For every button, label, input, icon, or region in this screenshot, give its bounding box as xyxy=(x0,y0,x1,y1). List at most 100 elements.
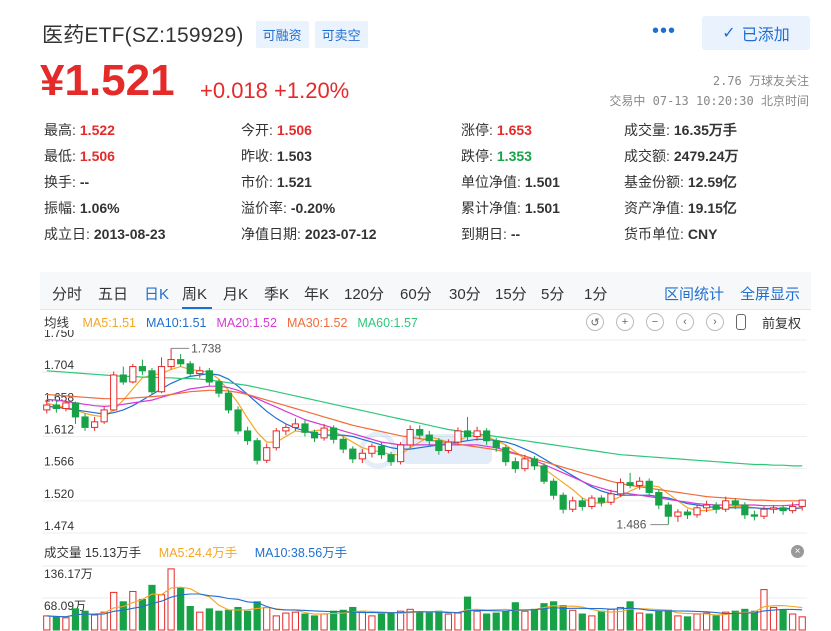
volume-bar xyxy=(148,584,156,631)
quote-cell: 成立日: 2013-08-23 xyxy=(44,224,166,244)
quote-value: 19.15亿 xyxy=(687,200,737,216)
volume-bar xyxy=(196,611,204,631)
chevron-left-icon[interactable]: ‹ xyxy=(676,313,694,331)
volume-bar xyxy=(167,568,175,631)
tab-3[interactable]: 周K xyxy=(182,283,207,304)
volume-bar xyxy=(52,616,60,631)
candle-body xyxy=(693,507,701,516)
tab-9[interactable]: 30分 xyxy=(449,283,481,304)
ma-legend: 均线 MA5:1.51 MA10:1.51 MA20:1.52 MA30:1.52 MA… xyxy=(44,312,428,330)
candle-body xyxy=(750,514,759,517)
volume-bar xyxy=(492,612,500,631)
quote-value: 1.353 xyxy=(496,148,532,164)
quote-value: 2023-07-12 xyxy=(304,226,377,242)
reset-icon[interactable]: ↺ xyxy=(586,313,604,331)
quote-cell: 最高: 1.522 xyxy=(44,120,115,140)
volume-bar xyxy=(282,612,290,631)
volume-bar xyxy=(416,611,424,631)
tab-7[interactable]: 120分 xyxy=(344,283,384,304)
candle-body xyxy=(578,500,586,507)
quote-value: 2479.24万 xyxy=(673,148,739,164)
short-sell-tag[interactable]: 可卖空 xyxy=(314,20,368,48)
zoom-in-icon[interactable]: + xyxy=(616,313,634,331)
candle-body xyxy=(674,511,682,517)
phone-icon[interactable] xyxy=(736,314,746,330)
candle-body xyxy=(81,416,89,428)
volume-legend: 成交量 15.13万手 MA5:24.4万手 MA10:38.56万手 xyxy=(44,542,361,561)
candle-body xyxy=(196,370,204,375)
volume-bar xyxy=(263,606,271,631)
volume-bar xyxy=(674,615,682,631)
trade-status-time: 交易中 07-13 10:20:30 北京时间 xyxy=(609,94,809,108)
candle-body xyxy=(559,494,567,510)
candle-body xyxy=(272,430,280,449)
candle-body xyxy=(358,452,366,460)
low-label: 1.486 xyxy=(616,518,646,532)
candle-body xyxy=(62,402,70,410)
tab-1[interactable]: 五日 xyxy=(98,283,128,304)
volume-bar xyxy=(530,608,539,631)
candle-body xyxy=(396,444,405,463)
quote-value: 1.522 xyxy=(79,122,115,138)
candle-body xyxy=(435,440,443,451)
volume-bar xyxy=(511,602,519,631)
volume-bar xyxy=(425,612,433,631)
more-icon[interactable]: ••• xyxy=(652,20,676,43)
volume-chart[interactable]: 136.17万 68.09万 xyxy=(0,560,831,631)
y-tick-label: 1.566 xyxy=(44,455,74,469)
close-icon[interactable]: × xyxy=(791,545,804,558)
volume-bar xyxy=(253,601,261,631)
candlestick-chart[interactable]: 1.7501.7041.6581.6121.5661.5201.4741.738… xyxy=(0,330,831,540)
volume-title: 成交量 15.13万手 xyxy=(44,546,142,560)
volume-ma10: MA10:38.56万手 xyxy=(254,546,348,560)
chevron-right-icon[interactable]: › xyxy=(706,313,724,331)
candle-body xyxy=(712,504,720,510)
range-stats-link[interactable]: 区间统计 xyxy=(664,283,724,304)
tab-6[interactable]: 年K xyxy=(304,283,329,304)
candle-body xyxy=(779,507,787,512)
candle-body xyxy=(741,504,749,516)
quote-label: 货币单位: xyxy=(624,226,684,242)
candle-body xyxy=(626,482,634,486)
volume-bar xyxy=(693,613,701,631)
tab-8[interactable]: 60分 xyxy=(400,283,432,304)
quote-value: 1.506 xyxy=(79,148,115,164)
y-tick-label: 1.474 xyxy=(44,519,74,533)
candle-body xyxy=(186,363,194,375)
added-watchlist-button[interactable]: ✓ 已添加 xyxy=(702,16,810,50)
tab-12[interactable]: 1分 xyxy=(584,283,607,304)
ma-item-0: MA5:1.51 xyxy=(82,316,137,330)
quote-label: 成交额: xyxy=(624,148,670,164)
volume-bar xyxy=(664,609,672,631)
fullscreen-link[interactable]: 全屏显示 xyxy=(740,283,800,304)
ma-item-3: MA30:1.52 xyxy=(286,316,348,330)
quote-cell: 到期日: -- xyxy=(461,224,520,244)
quote-label: 累计净值: xyxy=(461,200,521,216)
candle-body xyxy=(483,430,491,442)
volume-bar xyxy=(215,610,223,631)
quote-value: 2013-08-23 xyxy=(93,226,166,242)
volume-bar xyxy=(789,613,797,631)
volume-bar xyxy=(177,587,185,631)
candle-body xyxy=(473,430,481,438)
candle-body xyxy=(148,370,156,393)
quote-cell: 最低: 1.506 xyxy=(44,146,115,166)
quote-cell: 振幅: 1.06% xyxy=(44,198,120,218)
quote-cell: 基金份额: 12.59亿 xyxy=(624,172,737,192)
tab-2[interactable]: 日K xyxy=(144,283,169,304)
tab-10[interactable]: 15分 xyxy=(495,283,527,304)
quote-label: 最低: xyxy=(44,148,76,164)
tab-11[interactable]: 5分 xyxy=(541,283,564,304)
candle-body xyxy=(43,404,51,411)
quote-value: 12.59亿 xyxy=(687,174,737,190)
volume-bar xyxy=(291,611,300,631)
tab-4[interactable]: 月K xyxy=(223,283,248,304)
margin-tag[interactable]: 可融资 xyxy=(255,20,309,48)
volume-bar xyxy=(483,613,491,631)
tab-5[interactable]: 季K xyxy=(264,283,289,304)
zoom-out-icon[interactable]: − xyxy=(646,313,664,331)
candle-body xyxy=(377,445,386,456)
candle-body xyxy=(205,370,213,383)
volume-tick-label: 136.17万 xyxy=(44,567,93,581)
tab-0[interactable]: 分时 xyxy=(52,283,82,304)
